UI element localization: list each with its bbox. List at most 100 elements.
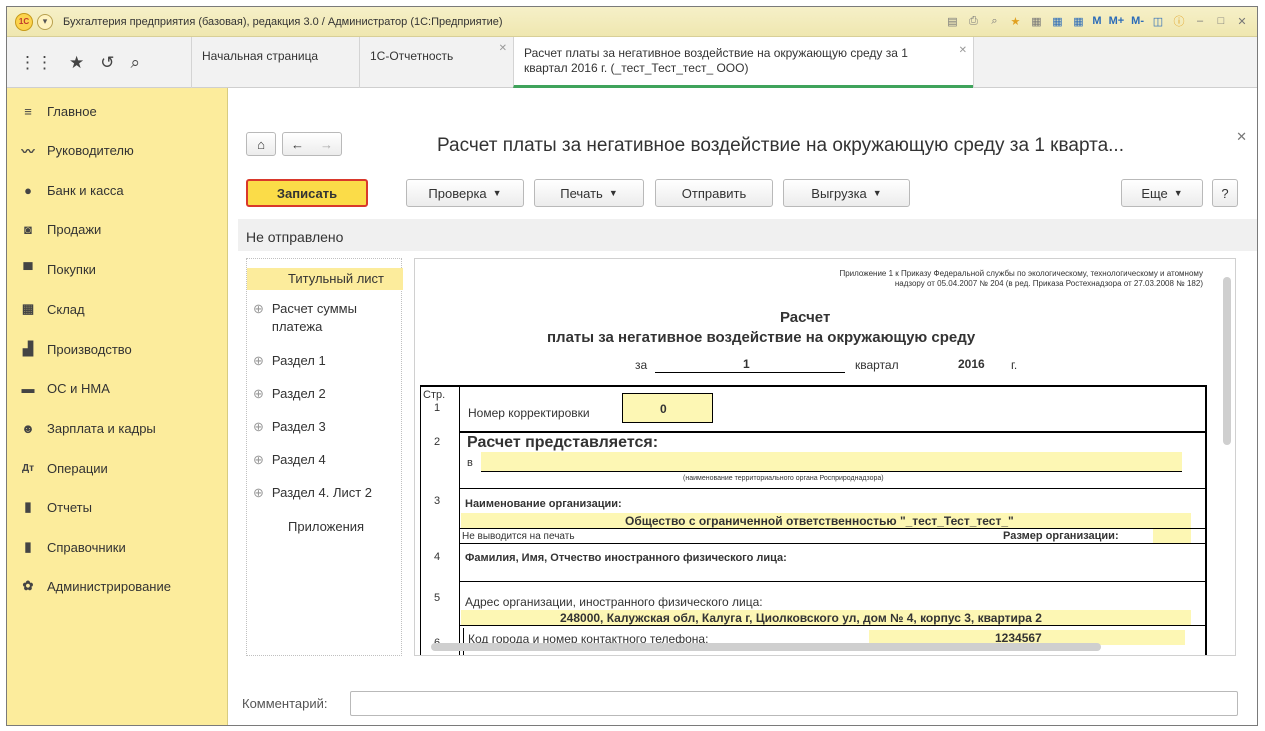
info-icon[interactable]: ⓘ — [1170, 12, 1188, 30]
send-button[interactable]: Отправить — [655, 179, 773, 207]
expand-icon[interactable]: ⊕ — [253, 353, 264, 368]
history-icon[interactable]: ↺ — [100, 53, 114, 73]
search-icon[interactable]: ⌕ — [131, 53, 141, 73]
maximize-icon[interactable]: □ — [1212, 12, 1230, 30]
sidebar-item-reports[interactable]: ▮ Отчеты — [7, 493, 228, 521]
section-label: Расчет суммы платежа — [271, 301, 357, 334]
section-3[interactable]: ⊕ Раздел 3 — [247, 418, 403, 436]
comment-input[interactable] — [350, 691, 1238, 716]
expand-icon[interactable]: ⊕ — [253, 301, 264, 316]
row-number: 2 — [434, 436, 441, 448]
memory-m-plus-button[interactable]: M+ — [1107, 12, 1127, 30]
tab-label: Начальная страница — [202, 49, 319, 63]
sidebar-item-admin[interactable]: ✿ Администрирование — [7, 572, 228, 600]
sidebar-item-catalogs[interactable]: ▮ Справочники — [7, 533, 228, 561]
history-nav: ← → — [282, 132, 342, 156]
print-button[interactable]: Печать ▼ — [534, 179, 644, 207]
history-icon[interactable]: ▦ — [1027, 12, 1045, 30]
quarter-field[interactable]: 1 — [743, 357, 750, 371]
sidebar-item-operations[interactable]: Дт Операции — [7, 454, 228, 482]
factory-icon: ▟ — [23, 341, 33, 356]
sidebar-item-salary[interactable]: ☻ Зарплата и кадры — [7, 414, 228, 442]
home-button[interactable]: ⌂ — [246, 132, 276, 156]
row-divider — [459, 581, 1206, 582]
calendar-icon[interactable]: ▦ — [1069, 12, 1087, 30]
save-button[interactable]: Записать — [246, 179, 368, 207]
chevron-down-icon: ▼ — [492, 188, 502, 198]
correction-value: 0 — [660, 402, 667, 416]
row-divider — [459, 528, 1206, 529]
tab-close-icon[interactable]: ✕ — [959, 43, 967, 58]
app-menu-icon[interactable]: ▾ — [37, 13, 53, 30]
horizontal-scrollbar[interactable] — [431, 643, 1101, 651]
year-field[interactable]: 2016 — [958, 357, 985, 371]
sidebar-item-label: Банк и касса — [47, 182, 124, 198]
section-2[interactable]: ⊕ Раздел 2 — [247, 385, 403, 403]
section-payment-calc[interactable]: ⊕ Расчет суммы платежа — [247, 300, 403, 336]
row-divider — [459, 625, 1206, 626]
section-4-sheet-2[interactable]: ⊕ Раздел 4. Лист 2 — [247, 484, 403, 502]
close-document-icon[interactable]: ✕ — [1236, 129, 1247, 145]
territorial-organ-field[interactable] — [481, 452, 1182, 472]
cart-icon: ▀ — [23, 261, 33, 277]
chevron-down-icon: ▼ — [1173, 188, 1183, 198]
tab-close-icon[interactable]: ✕ — [499, 43, 507, 54]
chart-icon: ▮ — [24, 499, 32, 514]
sidebar-item-fixed-assets[interactable]: ▬ ОС и НМА — [7, 374, 228, 402]
form-note-line: надзору от 05.04.2007 № 204 (в ред. Прик… — [894, 279, 1203, 288]
sidebar-item-sales[interactable]: ◙ Продажи — [7, 215, 228, 243]
expand-icon[interactable]: ⊕ — [253, 386, 264, 401]
form-subheading: платы за негативное воздействие на окруж… — [547, 329, 976, 346]
sidebar-item-bank[interactable]: ● Банк и касса — [7, 176, 228, 204]
tab-env-calc[interactable]: Расчет платы за негативное воздействие н… — [513, 37, 973, 88]
warehouse-icon: ▦ — [21, 301, 35, 316]
tab-1c-reporting[interactable]: 1С-Отчетность ✕ — [359, 37, 513, 88]
form-heading: Расчет — [780, 309, 831, 326]
favorites-star-icon[interactable]: ★ — [69, 53, 84, 73]
1c-logo-icon[interactable]: 1С — [15, 12, 33, 31]
memory-m-minus-button[interactable]: M- — [1129, 12, 1146, 30]
period-za: за — [635, 358, 648, 372]
export-button[interactable]: Выгрузка ▼ — [783, 179, 910, 207]
expand-icon[interactable]: ⊕ — [253, 452, 264, 467]
vertical-scrollbar[interactable] — [1223, 277, 1231, 445]
close-icon[interactable]: ✕ — [1233, 12, 1251, 30]
forward-arrow-icon[interactable]: → — [320, 137, 333, 152]
section-title-page[interactable]: Титульный лист — [247, 268, 403, 290]
expand-icon[interactable]: ⊕ — [253, 419, 264, 434]
print-icon[interactable]: ⎙ — [964, 12, 982, 30]
more-button[interactable]: Еще ▼ — [1121, 179, 1203, 207]
apps-grid-icon[interactable]: ⋮⋮ — [19, 53, 53, 73]
section-1[interactable]: ⊕ Раздел 1 — [247, 352, 403, 370]
save-icon[interactable]: ▤ — [943, 12, 961, 30]
sidebar-item-main[interactable]: ≡ Главное — [7, 97, 228, 125]
org-size-field[interactable] — [1153, 529, 1191, 543]
calculator-icon[interactable]: ▦ — [1048, 12, 1066, 30]
preview-icon[interactable]: ⌕ — [985, 12, 1003, 30]
memory-m-button[interactable]: M — [1090, 12, 1103, 30]
home-icon: ⌂ — [257, 136, 265, 152]
sidebar-item-manager[interactable]: 〰 Руководителю — [7, 136, 228, 164]
section-4[interactable]: ⊕ Раздел 4 — [247, 451, 403, 469]
book-icon: ▮ — [24, 539, 32, 554]
section-attachments[interactable]: Приложения — [247, 518, 403, 536]
check-button[interactable]: Проверка ▼ — [406, 179, 524, 207]
bag-icon: ◙ — [24, 221, 32, 237]
expand-icon[interactable]: ⊕ — [253, 485, 264, 500]
sidebar-item-warehouse[interactable]: ▦ Склад — [7, 295, 228, 323]
sidebar-item-production[interactable]: ▟ Производство — [7, 335, 228, 363]
sidebar-item-purchases[interactable]: ▀ Покупки — [7, 255, 228, 283]
correction-field[interactable] — [622, 393, 713, 423]
back-arrow-icon[interactable]: ← — [291, 137, 304, 152]
org-size-label: Размер организации: — [1003, 530, 1119, 542]
favorite-icon[interactable]: ★ — [1006, 12, 1024, 30]
help-button[interactable]: ? — [1212, 179, 1238, 207]
panels-icon[interactable]: ◫ — [1149, 12, 1167, 30]
period-g: г. — [1011, 358, 1018, 372]
minimize-icon[interactable]: – — [1191, 12, 1209, 30]
button-label: Печать — [560, 185, 603, 201]
quick-nav: ⋮⋮ ★ ↺ ⌕ — [7, 37, 191, 88]
table-col-divider — [459, 385, 460, 655]
str-label: Стр. — [423, 389, 446, 401]
tab-home[interactable]: Начальная страница — [191, 37, 359, 88]
